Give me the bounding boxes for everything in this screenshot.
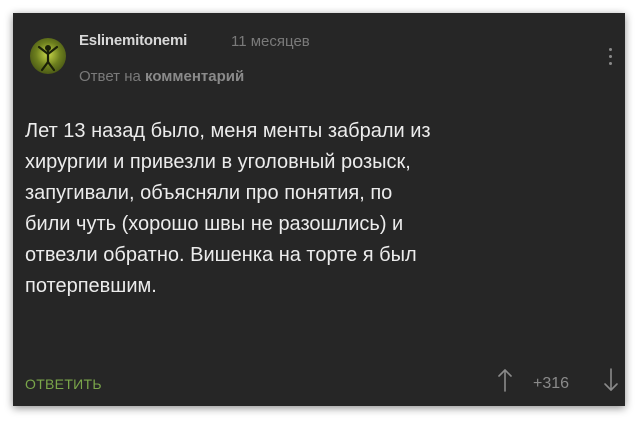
arrow-down-icon[interactable]: [602, 367, 620, 393]
parent-comment-link[interactable]: комментарий: [145, 68, 244, 85]
comment-line: хирургии и привезли в уголовный розыск,: [25, 151, 411, 173]
comment-line: потерпевшим.: [25, 275, 157, 297]
comment-line: били чуть (хорошо швы не разошлись) и: [25, 213, 404, 235]
reply-context: Ответ на комментарий: [79, 68, 244, 85]
avatar-figure-icon: [37, 45, 59, 72]
comment-line: Лет 13 назад было, меня менты забрали из: [25, 120, 431, 142]
comment-line: запугивали, объясняли про понятия, по: [25, 182, 393, 204]
comment-timestamp: 11 месяцев: [231, 33, 310, 50]
rating-count: +316: [533, 375, 570, 392]
reply-prefix: Ответ на: [79, 68, 141, 85]
comment-card: Eslinemitonemi 11 месяцев Ответ на комме…: [13, 13, 625, 406]
arrow-up-icon[interactable]: [496, 367, 514, 393]
author-name[interactable]: Eslinemitonemi: [79, 32, 187, 49]
more-vertical-icon[interactable]: [607, 48, 613, 70]
comment-body: Лет 13 назад было, меня менты забрали из…: [25, 116, 615, 302]
avatar[interactable]: [30, 38, 66, 74]
reply-button[interactable]: ОТВЕТИТЬ: [25, 376, 102, 392]
comment-line: отвезли обратно. Вишенка на торте я был: [25, 244, 417, 266]
